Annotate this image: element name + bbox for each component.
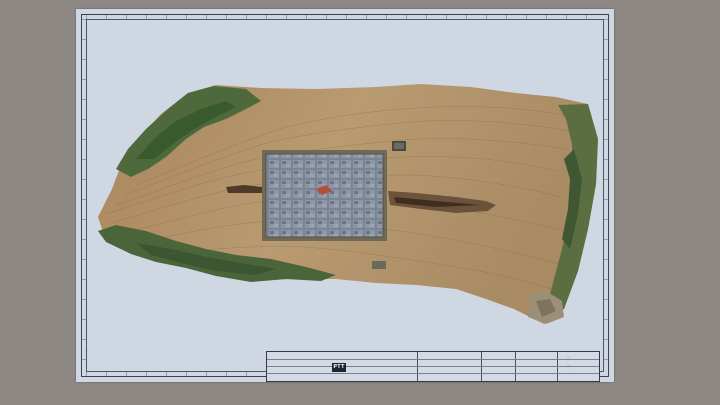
title-block-text-3: — bbox=[567, 372, 570, 375]
company-logo: PTT bbox=[332, 363, 346, 372]
drawing-sheet: — — — — PTT bbox=[76, 9, 614, 382]
structure-bottom bbox=[372, 261, 386, 269]
title-block-row bbox=[267, 366, 599, 367]
title-block-row bbox=[267, 359, 599, 360]
scale-note-line: — bbox=[85, 349, 88, 352]
title-block-text-2: — bbox=[567, 364, 570, 367]
model-viewer[interactable]: — — — — PTT bbox=[0, 0, 720, 405]
terrain-mesh[interactable] bbox=[76, 9, 614, 382]
title-block: — — — bbox=[266, 351, 600, 382]
scale-note: — bbox=[85, 349, 88, 352]
title-block-row bbox=[267, 373, 599, 374]
title-block-text-1: — bbox=[567, 356, 570, 359]
